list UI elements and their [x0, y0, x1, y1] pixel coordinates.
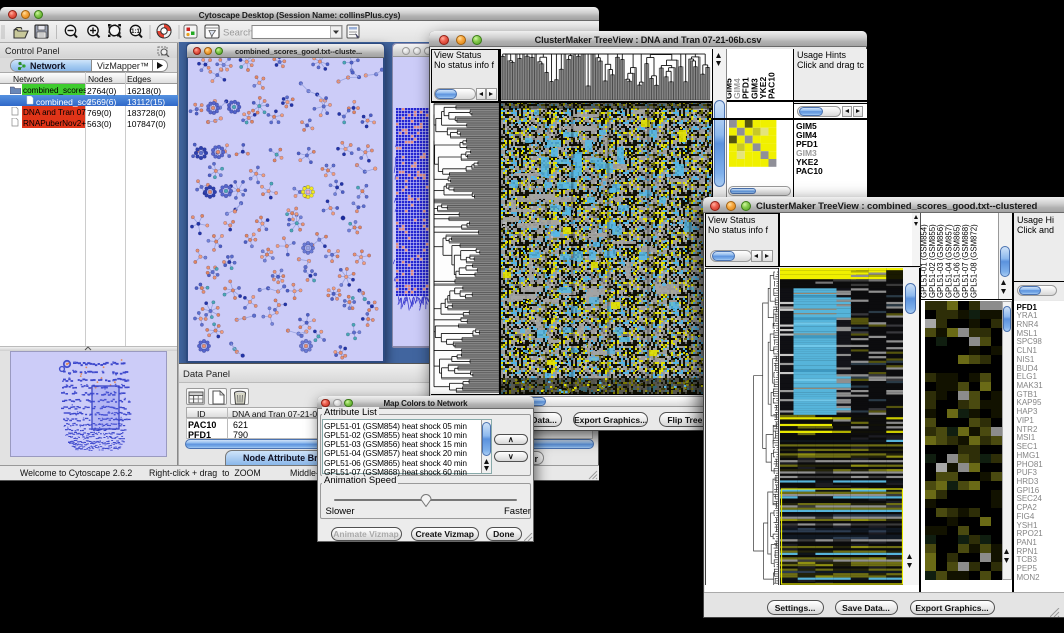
svg-text:GPL51-08 (GSM872): GPL51-08 (GSM872)	[969, 224, 978, 298]
svg-text:PAC10: PAC10	[767, 71, 777, 98]
svg-text:1:1: 1:1	[131, 29, 140, 35]
svg-text:Search:: Search:	[223, 28, 256, 39]
